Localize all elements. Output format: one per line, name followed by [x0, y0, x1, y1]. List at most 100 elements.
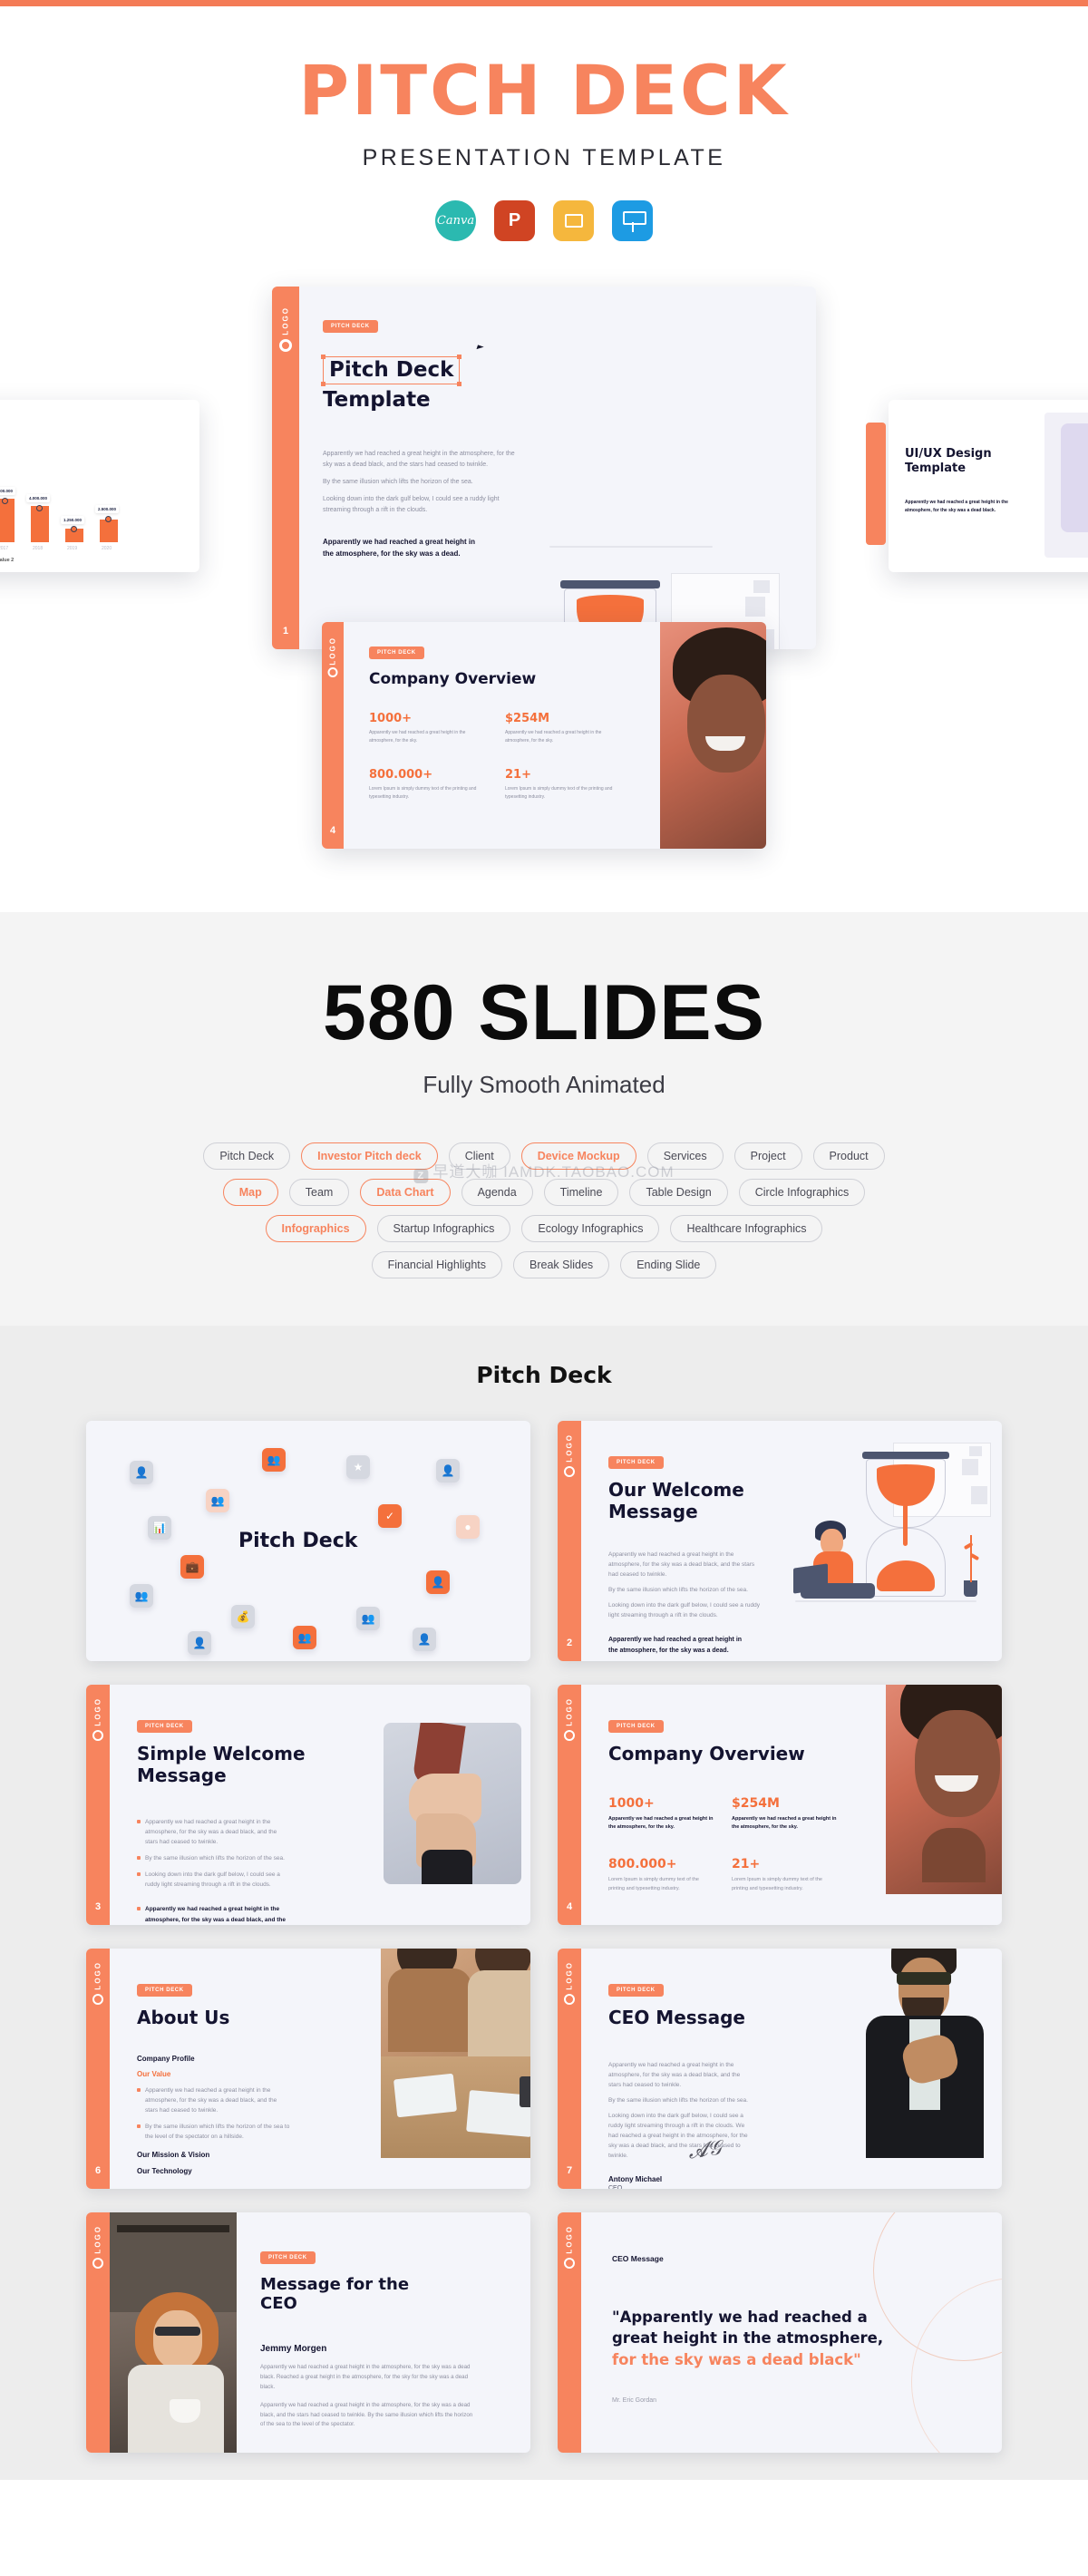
- slide-logo: LOGO: [565, 2225, 574, 2254]
- bar-label: 2.500.000: [95, 505, 120, 513]
- message-ceo-title-line1: Message for the: [260, 2275, 410, 2294]
- tag-investor-pitch-deck[interactable]: Investor Pitch deck: [301, 1142, 438, 1170]
- bullet-item: Apparently we had reached a great height…: [137, 1904, 291, 1925]
- slide-side-strip: LOGO 1: [272, 287, 299, 649]
- chart-legend: ■ Value 1 ◌ Value 2: [0, 558, 14, 563]
- slide-logo: LOGO: [93, 1697, 102, 1726]
- tag-row: Map Team Data Chart Agenda Timeline Table Des…: [222, 1179, 866, 1206]
- hero-uiux-slide[interactable]: UI/UX Design Template Apparently we had …: [889, 400, 1088, 572]
- slide-card-company-overview[interactable]: LOGO 4 PITCH DECK Company Overview 1000+…: [558, 1685, 1002, 1925]
- slide-grid: 👤 👥 ★ 👤 👥 📊 ✓ ● 💼 👥 👤 💰 👥 👤 👥 👤 Pitch De…: [0, 1421, 1088, 2453]
- tag-product[interactable]: Product: [812, 1142, 885, 1170]
- slide-card-cover[interactable]: 👤 👥 ★ 👤 👥 📊 ✓ ● 💼 👥 👤 💰 👥 👤 👥 👤 Pitch De…: [86, 1421, 530, 1661]
- stat-value: 800.000+: [369, 768, 433, 783]
- tag-data-chart[interactable]: Data Chart: [360, 1179, 451, 1206]
- keynote-icon: [612, 200, 653, 241]
- tag-break-slides[interactable]: Break Slides: [513, 1251, 610, 1278]
- tag-circle-infographics[interactable]: Circle Infographics: [738, 1179, 866, 1206]
- tag-device-mockup[interactable]: Device Mockup: [520, 1142, 636, 1170]
- slide-logo: LOGO: [565, 1961, 574, 1990]
- tag-ecology-infographics[interactable]: Ecology Infographics: [521, 1215, 660, 1242]
- tag-client[interactable]: Client: [448, 1142, 510, 1170]
- tag-timeline[interactable]: Timeline: [543, 1179, 619, 1206]
- tag-pitch-deck[interactable]: Pitch Deck: [203, 1142, 291, 1170]
- slide-card-message-for-ceo[interactable]: LOGO PITCH DECK Message for the CEO Jemm…: [86, 2212, 530, 2453]
- hourglass-illustration: [793, 1443, 995, 1651]
- stat-desc: Apparently we had reached a great height…: [369, 730, 466, 744]
- hero-slide-title-line1: Pitch Deck: [329, 358, 454, 382]
- stat-value: 800.000+: [608, 1857, 677, 1872]
- tag-services[interactable]: Services: [646, 1142, 724, 1170]
- user-icon: 👤: [188, 1631, 211, 1655]
- bullet-text: Apparently we had reached a great height…: [145, 2086, 277, 2114]
- tag-row: Financial Highlights Break Slides Ending S…: [371, 1251, 717, 1278]
- slide-count-subtitle: Fully Smooth Animated: [423, 1071, 665, 1098]
- tag-ending-slide[interactable]: Ending Slide: [620, 1251, 717, 1278]
- selected-text-box[interactable]: Pitch Deck: [321, 355, 462, 387]
- stat-value: 21+: [732, 1857, 761, 1872]
- bar-label: 1.250.000: [61, 516, 85, 524]
- hero-chart-slide[interactable]: hart 1.000.000 2.000.000 5.200.000 4.000…: [0, 400, 199, 572]
- stat-block: 1000+ Apparently we had reached a great …: [608, 1796, 715, 1832]
- uiux-body: Apparently we had reached a great height…: [905, 500, 1008, 513]
- overview-portrait-photo: [886, 1685, 1002, 1894]
- ceo-para-1: Apparently we had reached a great height…: [608, 2061, 741, 2088]
- bullet-text: Apparently we had reached a great height…: [145, 1819, 277, 1846]
- tag-project[interactable]: Project: [733, 1142, 802, 1170]
- tag-table-design[interactable]: Table Design: [629, 1179, 728, 1206]
- overview-portrait-photo: [660, 622, 766, 849]
- bullet-text: By the same illusion which lifts the hor…: [145, 1855, 285, 1862]
- bullet-text: Apparently we had reached a great height…: [145, 1906, 286, 1923]
- slide-badge: PITCH DECK: [137, 1720, 192, 1733]
- hero-para-bold: Apparently we had reached a great height…: [323, 537, 476, 559]
- cafe-portrait-photo: [110, 2212, 237, 2453]
- message-ceo-title-line2: CEO: [260, 2294, 297, 2314]
- tag-agenda[interactable]: Agenda: [461, 1179, 533, 1206]
- slide-badge: PITCH DECK: [608, 1456, 664, 1469]
- slide-number: 2: [566, 1638, 573, 1648]
- slide-card-welcome[interactable]: LOGO 2 PITCH DECK Our Welcome Message Ap…: [558, 1421, 1002, 1661]
- slide-card-about-us[interactable]: LOGO 6 PITCH DECK About Us Company Profi…: [86, 1949, 530, 2189]
- tag-infographics[interactable]: Infographics: [265, 1215, 366, 1242]
- slide-logo: LOGO: [281, 306, 290, 335]
- page-title: PITCH DECK: [298, 50, 790, 131]
- signature-icon: 𝓐𝒢: [686, 2136, 724, 2164]
- tag-map[interactable]: Map: [222, 1179, 278, 1206]
- bar-chart: 1.000.000 2.000.000 5.200.000 4.000.000 …: [0, 487, 172, 559]
- hero-main-slide[interactable]: LOGO 1 PITCH DECK Pitch Deck Template Ap…: [272, 287, 816, 649]
- tag-healthcare-infographics[interactable]: Healthcare Infographics: [670, 1215, 823, 1242]
- logo-ring-icon: [92, 1994, 103, 2005]
- mouse-cursor-icon: [476, 345, 488, 353]
- tag-startup-infographics[interactable]: Startup Infographics: [376, 1215, 511, 1242]
- stat-block: 800.000+ Lorem Ipsum is simply dummy tex…: [369, 768, 487, 801]
- team-meeting-photo: [381, 1949, 530, 2158]
- slide-card-ceo-message[interactable]: LOGO 7 PITCH DECK CEO Message Apparently…: [558, 1949, 1002, 2189]
- slide-side-strip: LOGO 2: [558, 1421, 581, 1661]
- slide-badge: PITCH DECK: [608, 1984, 664, 1997]
- slide-card-simple-welcome[interactable]: LOGO 3 PITCH DECK Simple Welcome Message…: [86, 1685, 530, 1925]
- slide-badge: PITCH DECK: [608, 1720, 664, 1733]
- slide-card-ceo-quote[interactable]: LOGO CEO Message "Apparently we had reac…: [558, 2212, 1002, 2453]
- stat-desc: Apparently we had reached a great height…: [505, 730, 602, 744]
- bar-label: 5.200.000: [0, 487, 16, 495]
- hero-company-overview-slide[interactable]: LOGO 4 PITCH DECK Company Overview 1000+…: [322, 622, 766, 849]
- team-icon: 👥: [356, 1607, 380, 1630]
- about-subheading-2: Our Value: [137, 2069, 171, 2078]
- slide-number: 7: [566, 2165, 573, 2176]
- user-icon: 👤: [426, 1570, 450, 1594]
- group-icon: 👥: [293, 1626, 316, 1649]
- ceo-para-3: Looking down into the dark gulf below, I…: [608, 2112, 748, 2159]
- x-tick: 2020: [102, 546, 112, 551]
- briefcase-icon: 💼: [180, 1555, 204, 1579]
- bullet-item: By the same illusion which lifts the hor…: [137, 2122, 291, 2142]
- legend-2: Value 2: [0, 558, 15, 563]
- tag-financial-highlights[interactable]: Financial Highlights: [371, 1251, 502, 1278]
- team-icon: 👥: [206, 1489, 229, 1512]
- message-ceo-para-2: Apparently we had reached a great height…: [260, 2402, 473, 2428]
- canva-icon: Canva: [435, 200, 476, 241]
- hero-para-3: Looking down into the dark gulf below, I…: [323, 495, 500, 513]
- tag-team[interactable]: Team: [288, 1179, 350, 1206]
- quote-text-accent: for the sky was a dead black": [612, 2350, 861, 2368]
- about-subheading-4: Our Technology: [137, 2166, 192, 2175]
- slide-side-strip: LOGO 4: [558, 1685, 581, 1925]
